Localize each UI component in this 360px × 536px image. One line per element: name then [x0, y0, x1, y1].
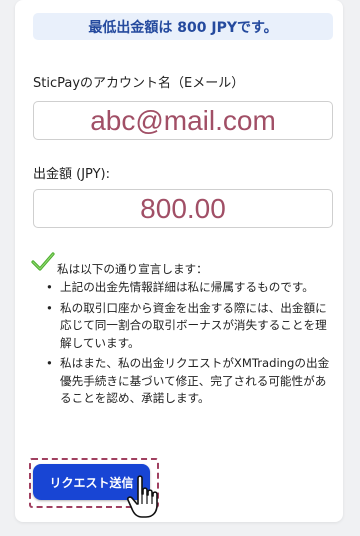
- hand-pointer-icon: [127, 475, 158, 518]
- account-email-field[interactable]: abc@mail.com: [33, 101, 333, 140]
- declaration-item: 私はまた、私の出金リクエストがXMTradingの出金優先手続きに基づいて修正、…: [46, 355, 336, 408]
- declaration-item: 上記の出金先情報詳細は私に帰属するものです。: [46, 279, 336, 297]
- account-name-label: SticPayのアカウント名（Eメール）: [33, 76, 245, 91]
- declaration-item: 私の取引口座から資金を出金する際には、出金額に応じて同一割合の取引ボーナスが消失…: [46, 300, 336, 353]
- amount-field[interactable]: 800.00: [33, 189, 333, 228]
- checkmark-icon[interactable]: [31, 252, 55, 272]
- minimum-withdrawal-notice: 最低出金額は 800 JPYです。: [33, 13, 333, 40]
- declaration-list: 上記の出金先情報詳細は私に帰属するものです。 私の取引口座から資金を出金する際に…: [46, 279, 336, 411]
- declaration-intro: 私は以下の通り宣言します：: [57, 262, 208, 276]
- amount-label: 出金額 (JPY):: [33, 167, 110, 182]
